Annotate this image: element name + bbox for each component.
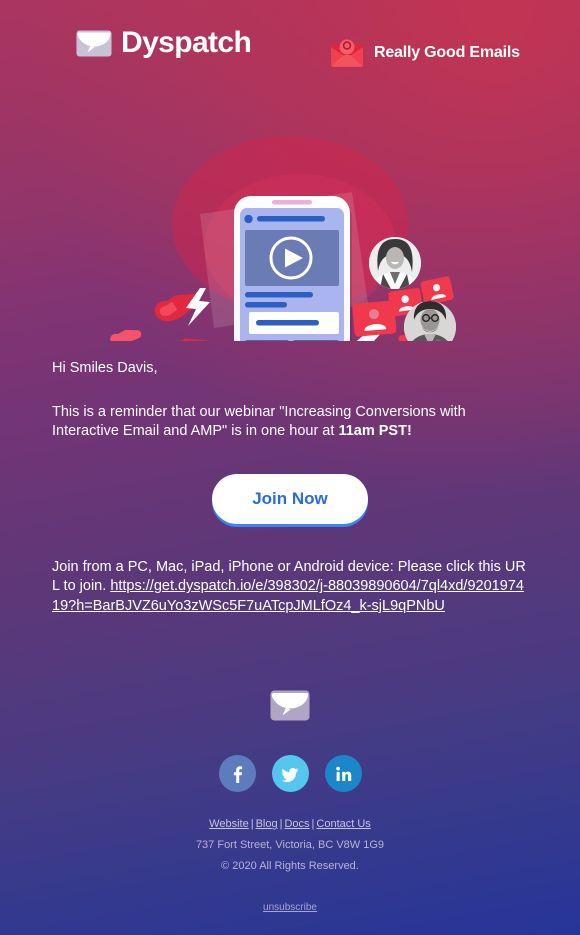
- reminder-text: This is a reminder that our webinar "Inc…: [52, 379, 528, 442]
- join-now-button[interactable]: Join Now: [212, 473, 368, 524]
- footer-copyright: © 2020 All Rights Reserved.: [221, 860, 359, 873]
- unsubscribe-row: unsubscribe: [0, 872, 580, 913]
- linkedin-icon[interactable]: [324, 755, 362, 793]
- rge-wordmark: Really Good Emails: [374, 44, 520, 61]
- rge-envelope-icon: [330, 38, 364, 68]
- footer-link-row: Website | Blog | Docs | Contact Us: [0, 792, 580, 830]
- webinar-time: 11am PST!: [338, 423, 412, 440]
- unsubscribe-link[interactable]: unsubscribe: [263, 902, 317, 913]
- envelope-icon: [76, 30, 112, 57]
- join-instructions: Join from a PC, Mac, iPad, iPhone or And…: [0, 524, 580, 617]
- really-good-emails-logo[interactable]: Really Good Emails: [330, 38, 520, 68]
- dyspatch-logo[interactable]: Dyspatch: [76, 26, 252, 59]
- dyspatch-wordmark: Dyspatch: [121, 26, 252, 59]
- email-footer: Website | Blog | Docs | Contact Us 737 Fort St…: [0, 616, 580, 913]
- webinar-join-link[interactable]: https://get.dyspatch.io/e/398302/j-88039…: [52, 578, 524, 614]
- footer-link-docs[interactable]: Docs: [284, 818, 309, 830]
- cta-container: Join Now: [0, 442, 580, 524]
- twitter-icon[interactable]: [271, 755, 309, 793]
- email-body-copy: Hi Smiles Davis, This is a reminder that…: [0, 341, 580, 442]
- email-body: Dyspatch Really Good Emails Hi Smiles Da…: [0, 0, 580, 935]
- facebook-icon[interactable]: [218, 755, 256, 793]
- greeting-text: Hi Smiles Davis,: [52, 360, 158, 376]
- footer-link-blog[interactable]: Blog: [256, 818, 278, 830]
- footer-link-separator-1: |: [250, 818, 254, 831]
- footer-address: 737 Fort Street, Victoria, BC V8W 1G9: [195, 839, 385, 852]
- footer-link-contact-us[interactable]: Contact Us: [316, 818, 370, 830]
- social-links: [0, 726, 580, 793]
- email-header: Dyspatch Really Good Emails: [0, 0, 580, 96]
- footer-link-website[interactable]: Website: [209, 818, 249, 830]
- footer-envelope-icon: [270, 690, 310, 721]
- hero-illustration: [0, 96, 580, 341]
